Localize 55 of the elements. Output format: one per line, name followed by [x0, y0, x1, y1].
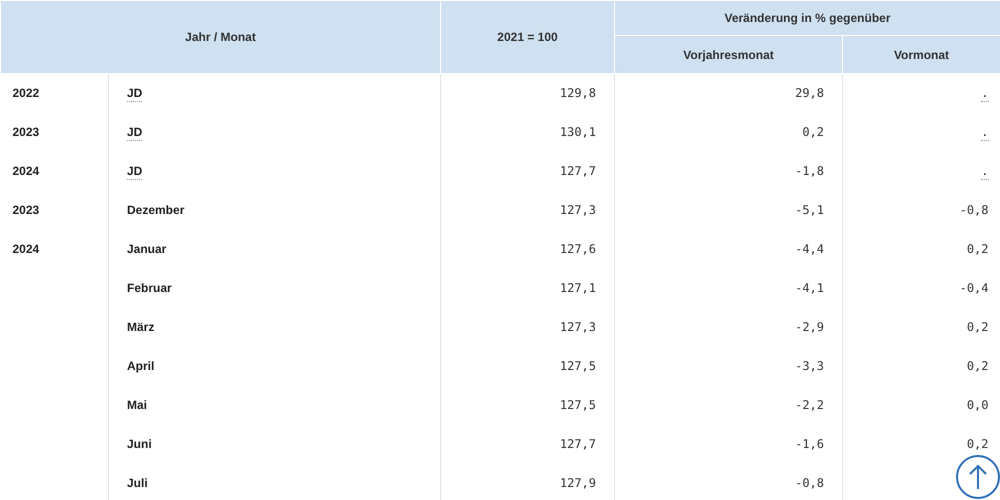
- table-cell: 127,6: [560, 242, 596, 256]
- table-cell: 0,2: [966, 437, 988, 451]
- table-cell: -2,9: [795, 320, 824, 334]
- back-to-top-button[interactable]: [956, 455, 1000, 499]
- table-cell: Juli: [127, 476, 148, 490]
- table-cell: Mai: [127, 398, 148, 412]
- table-cell: 0,2: [966, 320, 988, 334]
- table-cell: -4,1: [795, 281, 824, 295]
- table-cell: 0,2: [966, 242, 988, 256]
- table-cell: 127,5: [560, 359, 596, 373]
- column-header: Vorjahresmonat: [614, 36, 842, 74]
- table-cell: 2023: [12, 125, 40, 139]
- table-cell: 2023: [12, 203, 40, 217]
- table-cell: 2024: [12, 164, 40, 178]
- table-cell: -0,8: [960, 203, 988, 217]
- table-cell: 0,2: [802, 125, 824, 139]
- table-cell: 127,7: [560, 164, 596, 178]
- table-cell: -1,6: [795, 437, 824, 451]
- table-cell: .: [981, 86, 988, 102]
- column-header: Jahr / Monat: [0, 0, 440, 74]
- table-cell: -5,1: [795, 203, 824, 217]
- table-cell: 0,2: [966, 359, 988, 373]
- table-cell: 29,8: [795, 86, 824, 100]
- table-cell: 127,7: [560, 437, 596, 451]
- table-cell: 2024: [12, 242, 40, 256]
- table-cell: -1,8: [795, 164, 824, 178]
- table-cell: .: [981, 125, 988, 141]
- column-header: 2021 = 100: [440, 0, 614, 74]
- table-cell: 127,9: [560, 476, 596, 490]
- table-cell: Juni: [127, 437, 152, 451]
- table-cell: März: [127, 320, 154, 334]
- table-cell: 127,1: [560, 281, 596, 295]
- table-cell: 127,3: [560, 203, 596, 217]
- table-cell: -3,3: [795, 359, 824, 373]
- column-header: Veränderung in % gegenüber: [614, 0, 1000, 36]
- table-cell: -2,2: [795, 398, 824, 412]
- table-cell: 2022: [12, 86, 40, 100]
- table-cell: April: [127, 359, 154, 373]
- table-cell: .: [981, 164, 988, 180]
- table-cell: -0,8: [795, 476, 824, 490]
- table-cell: Februar: [127, 281, 172, 295]
- up-arrow-icon: [969, 464, 987, 490]
- table-cell: -4,4: [795, 242, 824, 256]
- table-cell: 127,3: [560, 320, 596, 334]
- table-cell: Dezember: [127, 203, 184, 217]
- table-cell: 130,1: [560, 125, 596, 139]
- table-cell: Januar: [127, 242, 166, 256]
- table-cell: 129,8: [560, 86, 596, 100]
- table-cell: JD: [127, 86, 142, 102]
- table-cell: 127,5: [560, 398, 596, 412]
- table-cell: JD: [127, 125, 142, 141]
- table-cell: 0,0: [966, 398, 988, 412]
- column-header: Vormonat: [842, 36, 1000, 74]
- table-cell: -0,4: [960, 281, 988, 295]
- table-cell: JD: [127, 164, 142, 180]
